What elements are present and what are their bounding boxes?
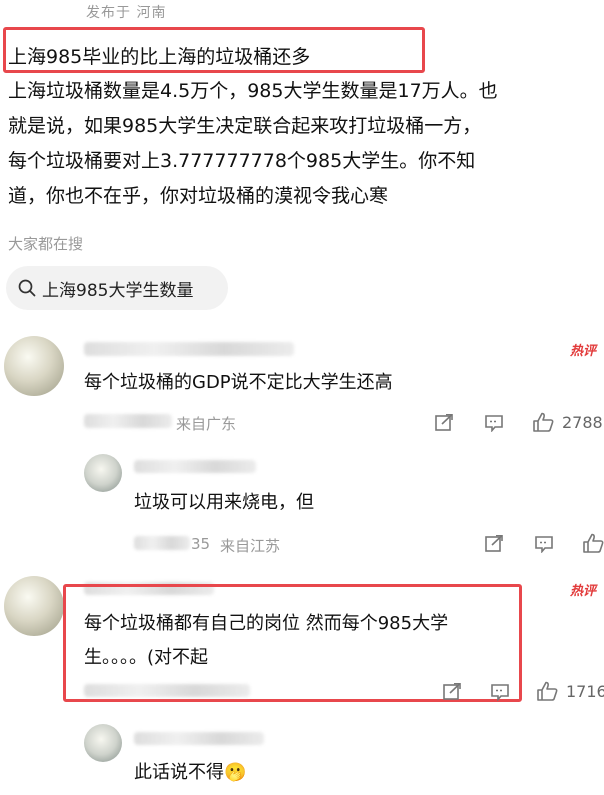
published-location: 发布于 河南 <box>86 5 167 21</box>
comment-text: 每个垃圾桶都有自己的岗位 然而每个985大学 生。。。。(对不起 <box>84 607 448 675</box>
hot-comment-badge: 热评 <box>570 584 597 599</box>
like-icon[interactable] <box>582 533 604 553</box>
hot-comment-badge: 热评 <box>570 344 597 359</box>
like-icon[interactable] <box>532 412 554 432</box>
post-title: 上海985毕业的比上海的垃圾桶还多 <box>8 46 311 68</box>
reply-comment-icon[interactable] <box>484 414 504 432</box>
reply-comment-icon[interactable] <box>534 535 554 553</box>
avatar[interactable] <box>84 454 122 492</box>
search-icon <box>18 279 36 297</box>
blurred-username[interactable] <box>134 460 256 473</box>
avatar[interactable] <box>4 336 64 396</box>
search-suggestion-chip[interactable]: 上海985大学生数量 <box>6 266 228 310</box>
reply-text: 垃圾可以用来烧电，但 <box>134 492 314 513</box>
post-body-line: 就是说，如果985大学生决定联合起来攻打垃圾桶一方， <box>8 115 482 137</box>
post-body-line: 上海垃圾桶数量是4.5万个，985大学生数量是17万人。也 <box>8 80 498 102</box>
reply-text-content: 此话说不得 <box>134 762 224 783</box>
like-icon[interactable] <box>536 681 558 701</box>
reply-location: 来自江苏 <box>220 537 281 555</box>
reply-timestamp-suffix: 35 <box>191 535 211 553</box>
search-suggestions-heading: 大家都在搜 <box>8 235 84 253</box>
avatar[interactable] <box>4 576 64 636</box>
blurred-timestamp <box>134 536 190 550</box>
comment-text: 每个垃圾桶的GDP说不定比大学生还高 <box>84 372 393 393</box>
comment-location: 来自广东 <box>176 415 237 433</box>
avatar[interactable] <box>84 724 122 762</box>
like-count: 1716 <box>566 682 604 701</box>
share-icon[interactable] <box>442 683 462 701</box>
share-icon[interactable] <box>434 414 454 432</box>
blurred-username[interactable] <box>134 732 264 745</box>
blurred-timestamp <box>84 414 172 428</box>
post-body-line: 每个垃圾桶要对上3.777777778个985大学生。你不知 <box>8 150 476 172</box>
reply-comment-icon[interactable] <box>490 683 510 701</box>
comment-text-line: 每个垃圾桶都有自己的岗位 然而每个985大学 <box>84 613 449 634</box>
reply-text: 此话说不得🫢 <box>134 756 246 790</box>
search-chip-label: 上海985大学生数量 <box>42 280 194 301</box>
post-body: 上海垃圾桶数量是4.5万个，985大学生数量是17万人。也 就是说，如果985大… <box>8 74 600 214</box>
blurred-username[interactable] <box>84 342 294 356</box>
like-count: 2788 <box>562 413 603 432</box>
comment-text-line: 生。。。。(对不起 <box>84 647 209 668</box>
share-icon[interactable] <box>484 535 504 553</box>
blurred-timestamp-location <box>84 684 250 697</box>
emoji-icon: 🫢 <box>224 762 247 783</box>
post-body-line: 道，你也不在乎，你对垃圾桶的漠视令我心寒 <box>8 185 389 207</box>
